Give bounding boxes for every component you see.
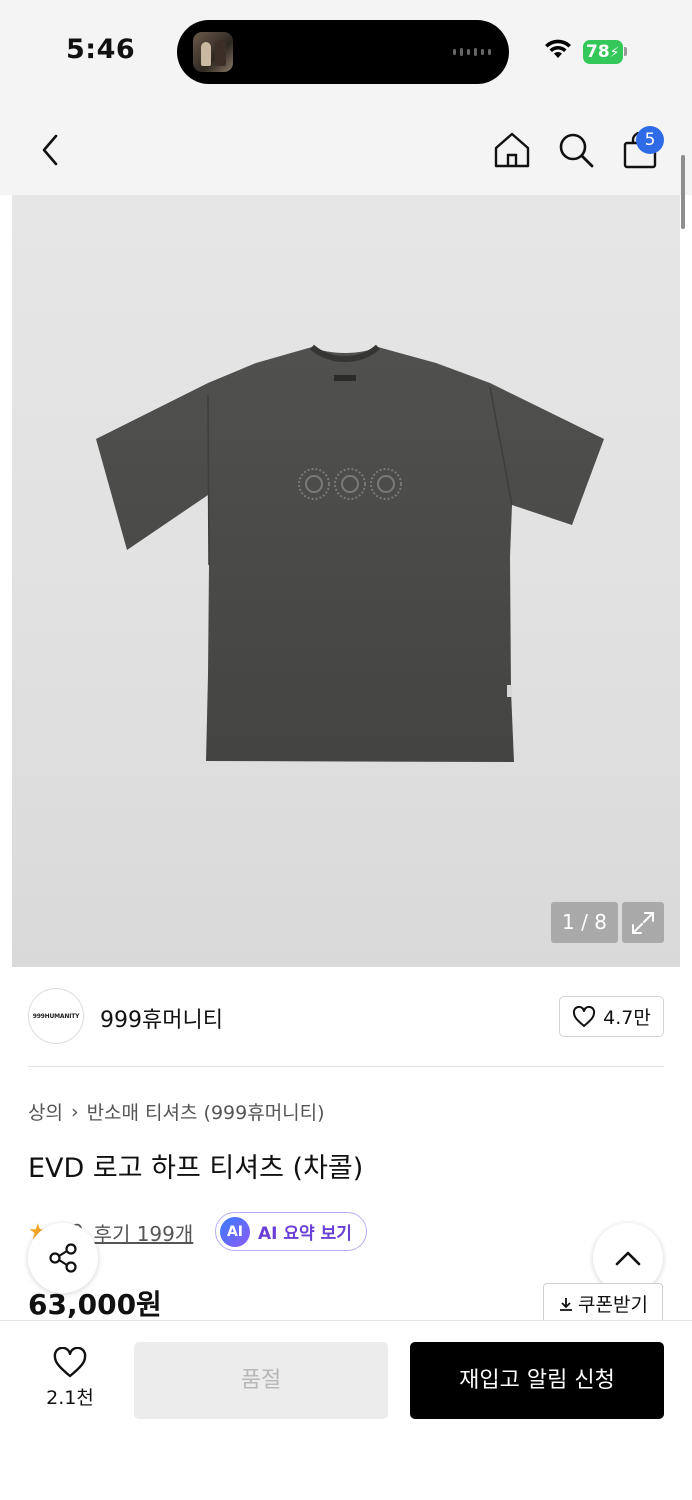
ai-badge-icon: AI	[220, 1216, 250, 1247]
coupon-label: 쿠폰받기	[578, 1294, 648, 1316]
heart-icon	[53, 1347, 87, 1378]
heart-icon	[573, 1005, 596, 1027]
brand-like-button[interactable]: 4.7만	[559, 996, 664, 1037]
battery-indicator: 78⚡	[583, 40, 623, 64]
dynamic-island[interactable]	[177, 20, 509, 84]
download-icon	[560, 1297, 573, 1311]
expand-image-button[interactable]	[622, 902, 664, 943]
brand-row: 999HUMANITY 999휴머니티 4.7만	[0, 967, 692, 1067]
ai-summary-button[interactable]: AI AI 요약 보기	[215, 1212, 367, 1251]
audio-waveform-icon	[453, 48, 491, 56]
breadcrumb-category[interactable]: 상의	[28, 1098, 63, 1125]
expand-icon	[632, 911, 654, 934]
coupon-button[interactable]: 쿠폰받기	[543, 1283, 663, 1323]
cart-count-badge: 5	[636, 126, 664, 154]
product-title: EVD 로고 하프 티셔츠 (차콜)	[28, 1153, 364, 1184]
brand-like-count: 4.7만	[603, 1007, 651, 1029]
search-button[interactable]	[554, 128, 598, 172]
breadcrumb: 상의 › 반소매 티셔츠 (999휴머니티)	[28, 1098, 325, 1125]
chevron-up-icon	[615, 1251, 641, 1266]
image-page-counter: 1 / 8	[551, 902, 618, 943]
wifi-icon	[545, 39, 571, 58]
divider	[28, 1066, 664, 1067]
search-icon	[559, 133, 594, 168]
review-link[interactable]: 후기 199개	[94, 1218, 194, 1247]
ai-summary-label: AI 요약 보기	[258, 1224, 352, 1244]
wishlist-count: 2.1천	[46, 1387, 94, 1409]
back-button[interactable]	[28, 128, 72, 172]
brand-logo[interactable]: 999HUMANITY	[28, 988, 84, 1044]
battery-tip	[624, 47, 627, 56]
breadcrumb-subcategory[interactable]: 반소매 티셔츠 (999휴머니티)	[87, 1098, 325, 1125]
top-navigation: 5	[0, 100, 692, 195]
restock-alert-button[interactable]: 재입고 알림 신청	[410, 1342, 664, 1419]
sold-out-button: 품절	[134, 1342, 388, 1419]
home-icon	[494, 132, 530, 168]
now-playing-thumbnail	[193, 32, 233, 72]
product-image-gallery[interactable]: 999 1 / 8	[12, 195, 680, 967]
status-bar: 5:46 78⚡	[0, 0, 692, 100]
brand-name[interactable]: 999휴머니티	[100, 1002, 223, 1034]
product-image: 999	[96, 344, 604, 762]
breadcrumb-separator: ›	[70, 1100, 79, 1123]
chevron-left-icon	[42, 134, 58, 166]
product-price: 63,000원	[28, 1288, 162, 1321]
home-button[interactable]	[490, 128, 534, 172]
wishlist-button[interactable]: 2.1천	[30, 1347, 110, 1417]
scroll-indicator[interactable]	[681, 155, 685, 229]
share-icon	[49, 1243, 77, 1273]
status-time: 5:46	[66, 34, 136, 65]
bottom-action-bar: 2.1천 품절 재입고 알림 신청	[0, 1320, 692, 1500]
